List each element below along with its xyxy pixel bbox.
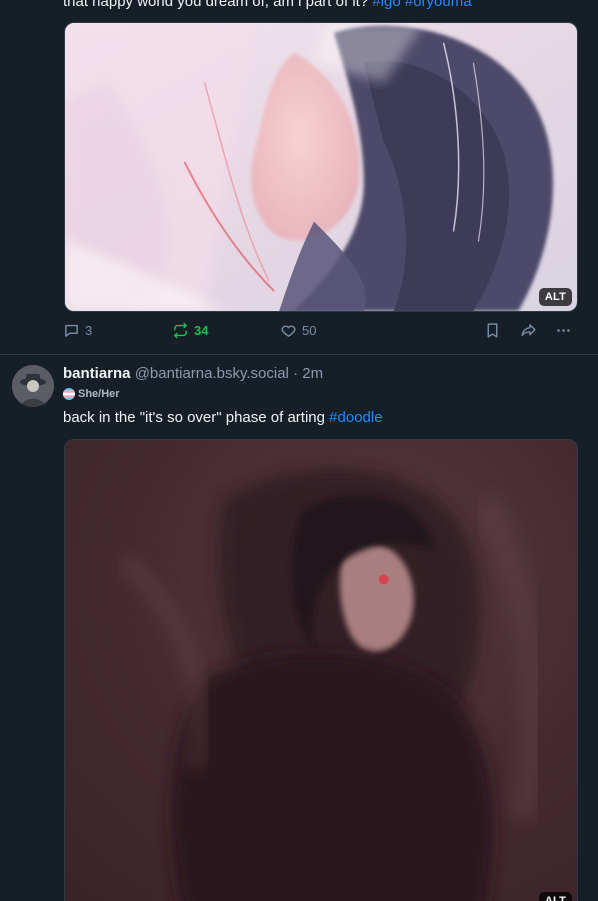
artwork-image (65, 23, 577, 311)
repost-count: 34 (194, 322, 209, 338)
pronouns-badge: She/Her (63, 388, 120, 400)
trans-flag-icon (63, 388, 75, 400)
alt-text-badge[interactable]: ALT (538, 288, 572, 306)
like-button[interactable]: 50 (280, 319, 316, 341)
post-actions: 3 34 50 (63, 319, 578, 341)
post-text: that happy world you dream of, am i part… (63, 0, 580, 12)
reply-button[interactable]: 3 (63, 319, 92, 341)
user-handle[interactable]: @bantiarna.bsky.social (135, 365, 289, 382)
separator: · (293, 365, 299, 382)
repost-button[interactable]: 34 (172, 319, 208, 341)
feed: that happy world you dream of, am i part… (0, 0, 598, 901)
share-button[interactable] (520, 319, 537, 341)
hashtag-link[interactable]: #oryouma (405, 0, 472, 10)
like-icon (280, 322, 297, 339)
post-header: bantiarna @bantiarna.bsky.social · 2m (63, 364, 323, 384)
post-timestamp[interactable]: 2m (302, 365, 323, 382)
feed-post[interactable]: that happy world you dream of, am i part… (0, 0, 598, 353)
more-icon (555, 322, 572, 339)
hashtag-link[interactable]: #doodle (329, 409, 382, 426)
like-count: 50 (302, 322, 317, 338)
pronouns-label: She/Her (78, 388, 120, 400)
share-icon (520, 322, 537, 339)
repost-icon (172, 322, 189, 339)
avatar[interactable] (12, 365, 54, 407)
bookmark-icon (484, 322, 501, 339)
display-name[interactable]: bantiarna (63, 365, 131, 382)
reply-icon (63, 322, 80, 339)
post-image[interactable]: ALT (64, 22, 578, 312)
artwork-image (65, 440, 577, 901)
reply-count: 3 (85, 322, 93, 338)
post-image[interactable]: ALT (64, 439, 578, 901)
bookmark-button[interactable] (484, 319, 501, 341)
more-options-button[interactable] (555, 319, 572, 341)
alt-text-badge[interactable]: ALT (538, 892, 572, 901)
hashtag-link[interactable]: #lgo (372, 0, 400, 10)
post-text: back in the "it's so over" phase of arti… (63, 409, 383, 426)
feed-post[interactable]: bantiarna @bantiarna.bsky.social · 2m Sh… (0, 354, 598, 901)
